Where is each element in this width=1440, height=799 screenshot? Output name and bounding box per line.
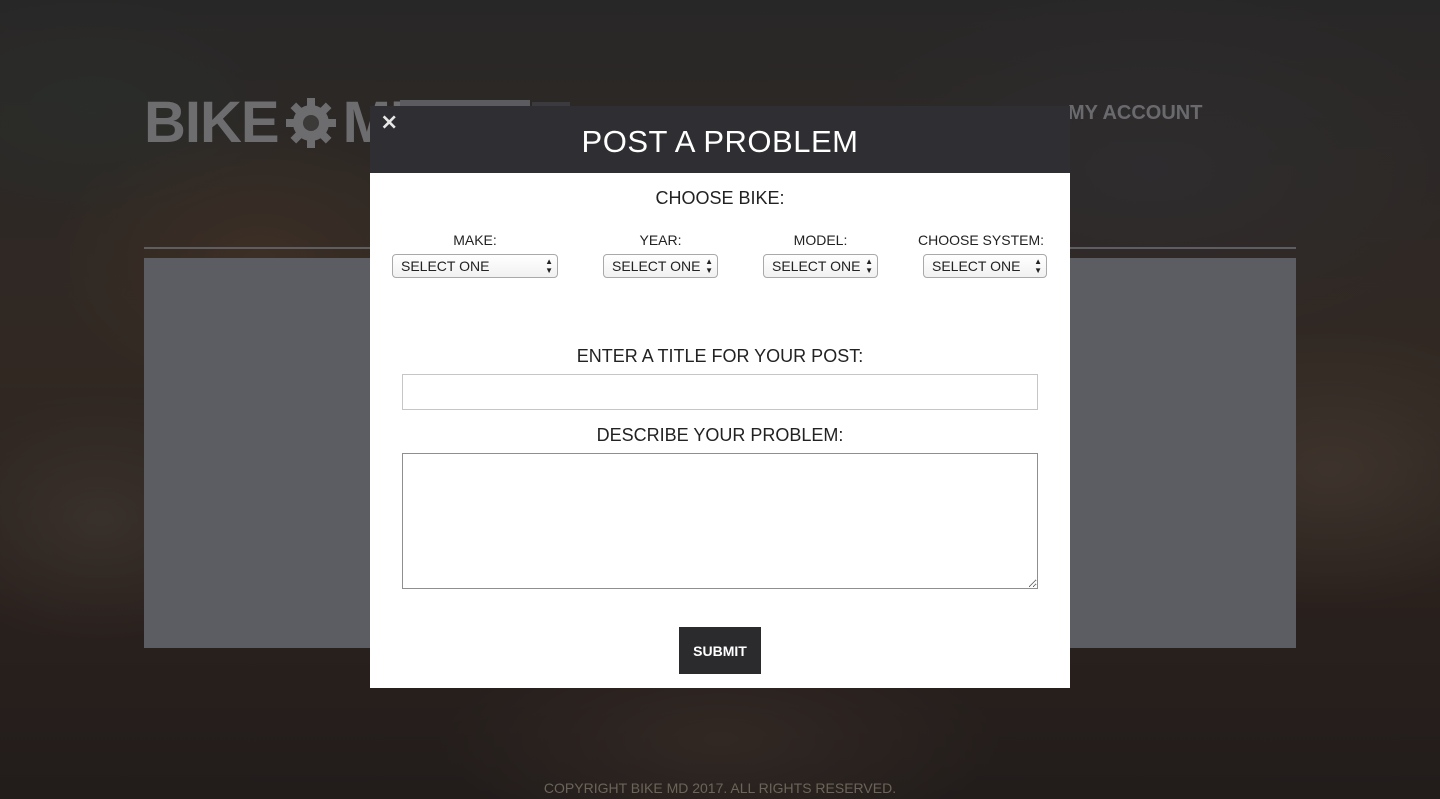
post-title-input[interactable] <box>402 374 1038 410</box>
modal-header: × POST A PROBLEM <box>370 106 1070 173</box>
year-select[interactable]: SELECT ONE ▲ ▼ <box>603 254 718 278</box>
system-select-value: SELECT ONE <box>932 258 1021 274</box>
make-label: MAKE: <box>453 232 497 248</box>
problem-description-textarea[interactable] <box>402 453 1038 589</box>
year-select-value: SELECT ONE <box>612 258 701 274</box>
model-select-value: SELECT ONE <box>772 258 861 274</box>
close-icon[interactable]: × <box>380 110 398 136</box>
make-select[interactable]: SELECT ONE ▲ ▼ <box>392 254 558 278</box>
updown-arrow-icon: ▲ ▼ <box>705 257 713 275</box>
model-field: MODEL: SELECT ONE ▲ ▼ <box>763 232 878 278</box>
make-select-value: SELECT ONE <box>401 258 490 274</box>
model-select[interactable]: SELECT ONE ▲ ▼ <box>763 254 878 278</box>
make-field: MAKE: SELECT ONE ▲ ▼ <box>392 232 558 278</box>
post-problem-modal: × POST A PROBLEM CHOOSE BIKE: MAKE: SELE… <box>370 106 1070 688</box>
updown-arrow-icon: ▲ ▼ <box>545 257 553 275</box>
nav-my-account[interactable]: MY ACCOUNT <box>1068 102 1202 125</box>
modal-title: POST A PROBLEM <box>581 123 859 159</box>
submit-button[interactable]: SUBMIT <box>679 627 761 674</box>
updown-arrow-icon: ▲ ▼ <box>865 257 873 275</box>
title-heading: ENTER A TITLE FOR YOUR POST: <box>576 346 864 366</box>
choose-bike-heading: CHOOSE BIKE: <box>655 188 785 208</box>
system-select[interactable]: SELECT ONE ▲ ▼ <box>923 254 1047 278</box>
year-label: YEAR: <box>639 232 682 248</box>
gear-icon <box>283 95 339 151</box>
footer-copyright: COPYRIGHT BIKE MD 2017. ALL RIGHTS RESER… <box>543 780 897 796</box>
year-field: YEAR: SELECT ONE ▲ ▼ <box>603 232 718 278</box>
system-label: CHOOSE SYSTEM: <box>917 232 1045 248</box>
describe-heading: DESCRIBE YOUR PROBLEM: <box>596 425 844 445</box>
system-field: CHOOSE SYSTEM: SELECT ONE ▲ ▼ <box>915 232 1047 278</box>
updown-arrow-icon: ▲ ▼ <box>1034 257 1042 275</box>
logo-text-left: BIKE <box>144 90 280 155</box>
model-label: MODEL: <box>793 232 848 248</box>
